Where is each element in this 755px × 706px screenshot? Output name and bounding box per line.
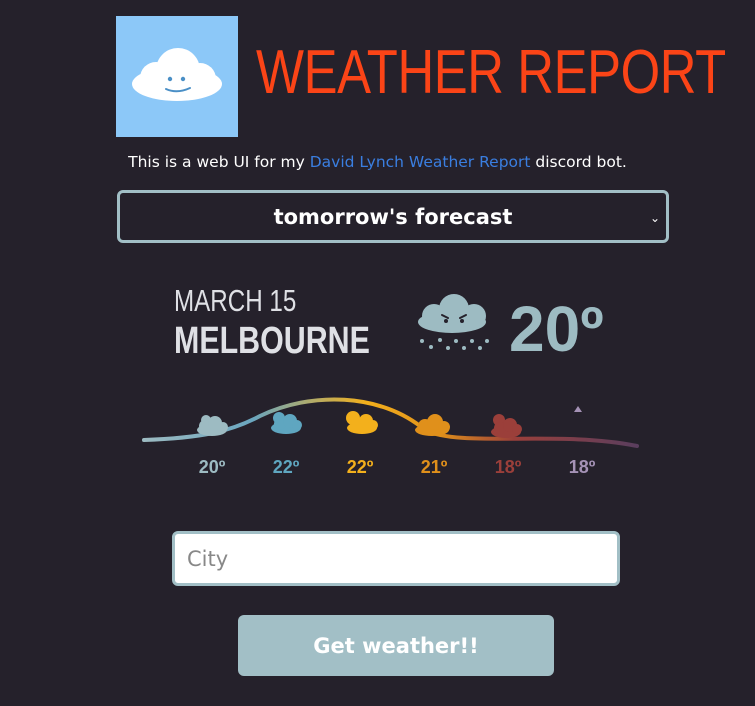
rain-cloud-icon (418, 294, 489, 350)
hour-6-temp-value: 18º (568, 457, 596, 477)
get-weather-button[interactable]: Get weather!! (238, 615, 554, 676)
city-input[interactable] (172, 531, 620, 586)
current-temperature: 20º (509, 293, 604, 365)
moon-icon (567, 406, 594, 441)
report-date: MARCH 15 (174, 283, 297, 318)
app-logo (116, 16, 238, 137)
sunset-cloud-icon (491, 414, 522, 438)
app-title: WEATHER REPORT (256, 38, 726, 107)
hour-1-temp: 20º (182, 457, 242, 478)
storm-cloud-icon (197, 415, 228, 436)
hour-5-temp: 18º (478, 457, 538, 478)
hour-2-temp: 22º (256, 457, 316, 478)
hourly-forecast-arc (142, 397, 639, 448)
hour-3-temp-value: 22º (346, 457, 374, 477)
intro-prefix: This is a web UI for my (128, 153, 310, 171)
hour-4-temp: 21º (404, 457, 464, 478)
forecast-select-value: tomorrow's forecast (273, 204, 513, 229)
hour-6-temp: 18º (552, 457, 612, 478)
intro-suffix: discord bot. (530, 153, 627, 171)
partly-cloudy-icon (271, 412, 302, 434)
hour-5-temp-value: 18º (494, 457, 522, 477)
forecast-select[interactable]: tomorrow's forecast ⌄ (117, 190, 669, 243)
intro-text: This is a web UI for my David Lynch Weat… (0, 153, 755, 171)
cloud-icon (415, 414, 450, 436)
hour-2-temp-value: 22º (272, 457, 300, 477)
smiling-cloud-icon (132, 48, 222, 101)
sun-cloud-icon (346, 411, 378, 434)
report-city: MELBOURNE (174, 320, 370, 362)
hour-1-temp-value: 20º (198, 457, 226, 477)
chevron-down-icon: ⌄ (649, 211, 660, 225)
discord-bot-link[interactable]: David Lynch Weather Report (310, 153, 531, 171)
hour-4-temp-value: 21º (420, 457, 448, 477)
hour-3-temp: 22º (330, 457, 390, 478)
